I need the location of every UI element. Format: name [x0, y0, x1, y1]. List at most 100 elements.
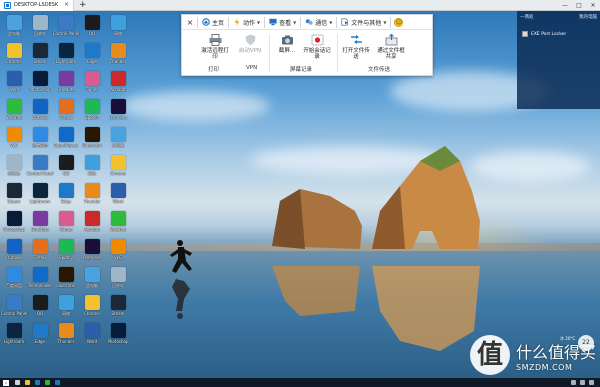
desktop-icon[interactable]: Steam [27, 43, 53, 64]
desktop-icon[interactable]: Acrobat [79, 211, 105, 232]
desktop-icon[interactable]: iTunes [53, 211, 79, 232]
desktop-icon[interactable]: 网络 [105, 15, 131, 36]
start-button[interactable] [0, 378, 12, 387]
desktop-icon[interactable]: Illustrator [79, 127, 105, 148]
desktop-icon[interactable]: Edge [53, 183, 79, 204]
close-tab-icon[interactable]: × [64, 2, 69, 8]
desktop-icon[interactable]: Chrome [105, 155, 131, 176]
desktop-icon[interactable]: 网络 [53, 295, 79, 316]
desktop-icon[interactable]: 网络 [79, 155, 105, 176]
notification-icon[interactable] [589, 380, 594, 385]
desktop-icon[interactable]: QQ [79, 15, 105, 36]
desktop-icon[interactable]: Control Panel [53, 15, 79, 36]
app-icon [6, 239, 22, 254]
desktop-icon[interactable]: TeamViewer [27, 267, 53, 288]
desktop-icon[interactable]: WeChat [1, 99, 27, 120]
desktop-icon[interactable]: QQ [53, 155, 79, 176]
desktop-icon[interactable]: OneNote [27, 211, 53, 232]
desktop-icon[interactable]: Word [1, 71, 27, 92]
taskbar [0, 378, 600, 387]
desktop-icon[interactable]: Firefox [53, 99, 79, 120]
desktop-icon[interactable]: Lightroom [53, 43, 79, 64]
desktop-icon[interactable]: 百度网盘 [1, 267, 27, 288]
app-icon [84, 71, 100, 86]
tab-actions[interactable]: 动作 ▼ [230, 15, 263, 30]
desktop-icon[interactable]: Lightroom [1, 323, 27, 344]
desktop-icon[interactable]: Outlook [1, 239, 27, 260]
desktop-icon[interactable]: iTunes [79, 71, 105, 92]
desktop-icon[interactable]: Lightroom [27, 183, 53, 204]
minimize-button[interactable]: — [558, 0, 572, 11]
volume-icon[interactable] [580, 380, 585, 385]
taskbar-app[interactable] [12, 378, 22, 387]
desktop-icon[interactable]: QQ [27, 295, 53, 316]
tab-communicate-label: 通信 [315, 19, 328, 27]
desktop-icon[interactable]: OneNote [53, 71, 79, 92]
desktop-icon[interactable]: Chrome [79, 295, 105, 316]
app-icon [110, 267, 126, 282]
desktop-icon[interactable]: 百度网盘 [27, 127, 53, 148]
open-file-transfer-button[interactable]: 打开文件传送 [340, 34, 372, 60]
toolbar-close-icon[interactable]: × [184, 15, 196, 30]
desktop-icon[interactable]: 回收站 [1, 155, 27, 176]
start-session-recording-button[interactable]: 开始会话记录 [302, 34, 332, 60]
desktop-icon[interactable]: Edge [79, 43, 105, 64]
share-via-file-box-button[interactable]: 通过文件框共享 [376, 34, 406, 60]
taskbar-app[interactable] [42, 378, 52, 387]
desktop-icon[interactable]: Thunder [53, 323, 79, 344]
new-tab-button[interactable]: + [74, 0, 92, 11]
tab-communicate[interactable]: 通信 ▼ [302, 15, 335, 30]
taskbar-app[interactable] [22, 378, 32, 387]
maximize-button[interactable]: □ [572, 0, 586, 11]
desktop-icon[interactable]: 此电脑 [1, 15, 27, 36]
desktop-icon[interactable]: Premiere [105, 99, 131, 120]
taskbar-app[interactable] [32, 378, 42, 387]
desktop-icon[interactable]: Word [79, 323, 105, 344]
desktop-icon[interactable]: 回收站 [105, 267, 131, 288]
desktop-icon[interactable]: WeChat [105, 211, 131, 232]
app-icon [58, 15, 74, 30]
desktop-icon[interactable]: 此电脑 [79, 267, 105, 288]
taskbar-app[interactable] [52, 378, 62, 387]
desktop-icon-label: VLC [10, 143, 18, 148]
side-panel-item[interactable]: EXE Port Locker [522, 31, 566, 37]
desktop-icon[interactable]: Photoshop [105, 323, 131, 344]
start-vpn-button[interactable]: 启动VPN [236, 34, 264, 54]
desktop-icon[interactable]: Thunder [105, 43, 131, 64]
desktop-icon[interactable]: Premiere [79, 239, 105, 260]
desktop-icon[interactable]: 回收站 [27, 15, 53, 36]
desktop-icon[interactable]: Photoshop [27, 71, 53, 92]
app-icon [58, 267, 74, 282]
desktop-icon[interactable]: Chrome [1, 43, 27, 64]
desktop-icon[interactable]: Control Panel [1, 295, 27, 316]
desktop-icon[interactable]: 此电脑 [105, 127, 131, 148]
feedback-smiley-icon[interactable]: ☺ [394, 17, 404, 27]
desktop-icon[interactable]: Spotify [53, 239, 79, 260]
network-icon[interactable] [571, 380, 576, 385]
session-tab[interactable]: DESKTOP-LSDESK × [0, 0, 74, 11]
desktop-icon[interactable]: Spotify [79, 99, 105, 120]
desktop-icon[interactable]: Firefox [27, 239, 53, 260]
close-window-button[interactable]: ✕ [586, 0, 600, 11]
desktop-icon[interactable]: Outlook [27, 99, 53, 120]
side-panel-title-left: 一两处 [520, 15, 534, 20]
tab-home[interactable]: 主页 [199, 15, 227, 30]
desktop-icon[interactable]: Word [105, 183, 131, 204]
desktop-icon[interactable]: TeamViewer [53, 127, 79, 148]
desktop-icon[interactable]: Steam [1, 183, 27, 204]
activate-remote-print-button[interactable]: 激活远程打印 [200, 34, 230, 60]
desktop-icon[interactable]: Photoshop [1, 211, 27, 232]
desktop-icon[interactable]: Steam [105, 295, 131, 316]
app-icon [110, 211, 126, 226]
tab-view[interactable]: 查看 ▼ [266, 15, 299, 30]
desktop-icon[interactable]: Edge [27, 323, 53, 344]
desktop-icon[interactable]: Illustrator [53, 267, 79, 288]
desktop-icon[interactable]: Thunder [79, 183, 105, 204]
desktop-icon[interactable]: VLC [1, 127, 27, 148]
screenshot-button[interactable]: 截屏... [275, 34, 299, 54]
desktop-icon[interactable]: Control Panel [27, 155, 53, 176]
desktop-icon[interactable]: VLC [105, 239, 131, 260]
desktop-icon-label: Control Panel [0, 311, 28, 316]
desktop-icon[interactable]: Acrobat [105, 71, 131, 92]
tab-files-extras[interactable]: 文件与其他 ▼ [338, 15, 389, 30]
